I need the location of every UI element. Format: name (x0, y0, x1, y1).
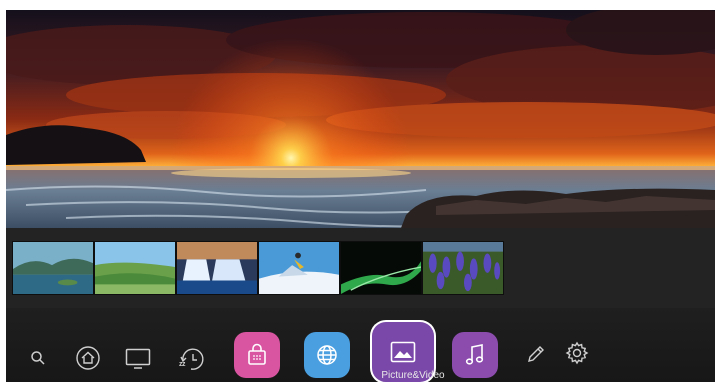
music-app-tile[interactable] (452, 332, 498, 378)
globe-icon (317, 345, 337, 365)
thumbnail-snowboarder[interactable] (258, 241, 340, 295)
focused-app-label: Picture&Video (381, 370, 445, 381)
bottom-dock: zz Picture&Video (6, 308, 715, 382)
tv-icon[interactable] (124, 346, 152, 372)
tv-home-screen: zz Picture&Video (6, 10, 715, 382)
thumbnail-strip (6, 228, 715, 308)
thumbnail-green-hills[interactable] (94, 241, 176, 295)
hero-wallpaper-image (6, 10, 715, 228)
sleep-timer-icon[interactable]: zz (176, 344, 208, 374)
shopping-bag-icon (248, 343, 266, 365)
thumbnail-waterfall[interactable] (176, 241, 258, 295)
edit-icon[interactable] (524, 342, 548, 366)
browser-app-tile[interactable] (304, 332, 350, 378)
picture-icon (390, 341, 416, 363)
home-icon[interactable] (74, 344, 102, 372)
thumbnail-green-wave[interactable] (340, 241, 422, 295)
sleep-timer-badge: zz (179, 361, 186, 368)
thumbnail-purple-flowers[interactable] (422, 241, 504, 295)
thumbnail-lake-mountains[interactable] (12, 241, 94, 295)
music-note-icon (465, 344, 484, 365)
search-icon[interactable] (28, 348, 48, 368)
gear-icon[interactable] (564, 340, 590, 366)
shopping-app-tile[interactable] (234, 332, 280, 378)
